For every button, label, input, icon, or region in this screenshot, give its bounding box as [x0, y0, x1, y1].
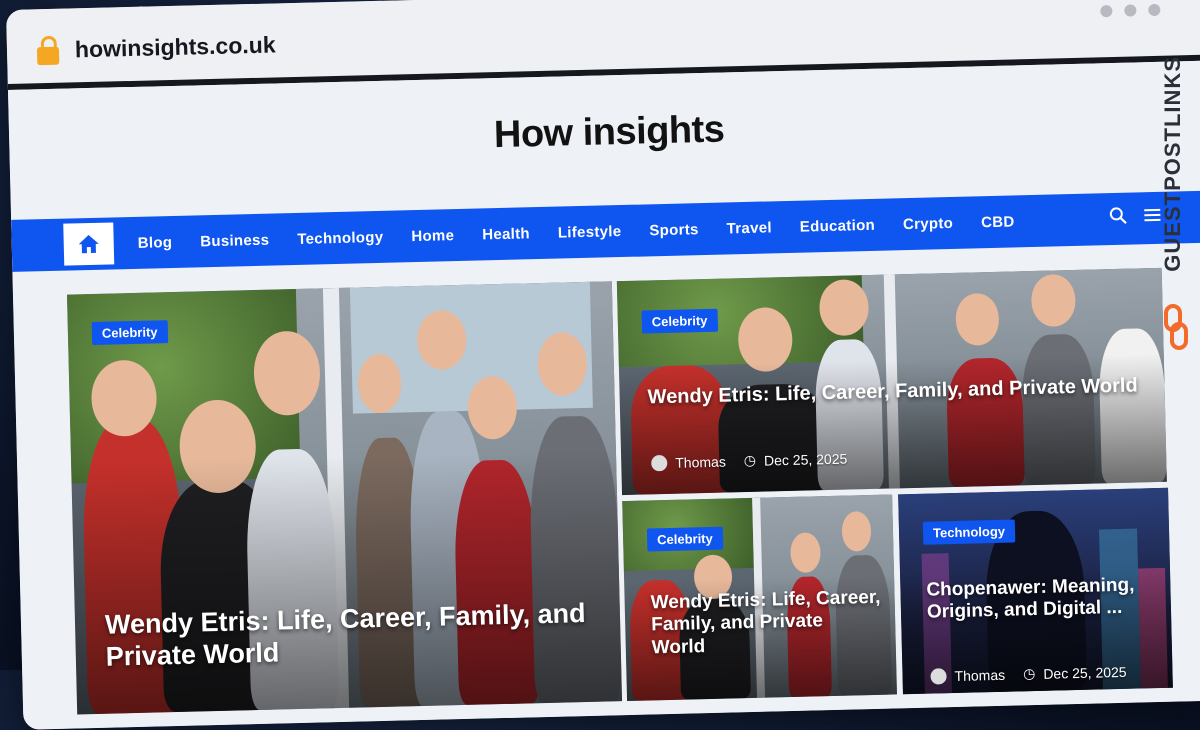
window-dot-icon[interactable]	[1148, 3, 1161, 17]
nav-item-home[interactable]: Home	[397, 226, 468, 245]
post-date: Dec 25, 2025	[1043, 663, 1127, 682]
nav-item-technology[interactable]: Technology	[283, 228, 397, 248]
category-badge[interactable]: Celebrity	[641, 308, 718, 334]
post-card[interactable]: Celebrity Wendy Etris: Life, Career, Fam…	[616, 267, 1167, 496]
avatar	[651, 454, 668, 471]
nav-item-crypto[interactable]: Crypto	[889, 214, 968, 233]
chain-link-icon	[1164, 304, 1188, 350]
nav-item-health[interactable]: Health	[468, 224, 544, 243]
nav-item-cbd[interactable]: CBD	[967, 213, 1029, 231]
site-title[interactable]: How insights	[9, 97, 1200, 169]
web-page: How insights Blog Business Technology Ho…	[7, 60, 1200, 730]
home-icon	[78, 235, 99, 254]
post-date: Dec 25, 2025	[763, 450, 848, 469]
lock-icon	[36, 46, 60, 66]
post-title[interactable]: Wendy Etris: Life, Career, Family, and P…	[650, 587, 882, 660]
post-card[interactable]: Celebrity Wendy Etris: Life, Career, Fam…	[622, 494, 897, 702]
guestpostlinks-watermark: GUESTPOSTLINKS	[1160, 56, 1196, 356]
clock-icon: ◷	[743, 451, 757, 469]
main-nav: Blog Business Technology Home Health Lif…	[11, 190, 1200, 272]
post-author[interactable]: Thomas	[675, 453, 726, 470]
window-dot-icon[interactable]	[1124, 4, 1137, 17]
category-badge[interactable]: Celebrity	[91, 320, 168, 345]
home-button[interactable]	[63, 222, 115, 266]
category-badge[interactable]: Celebrity	[646, 526, 724, 552]
url-text[interactable]: howinsights.co.uk	[75, 31, 276, 63]
window-dot-icon[interactable]	[1100, 4, 1113, 18]
nav-item-sports[interactable]: Sports	[635, 220, 713, 239]
nav-item-lifestyle[interactable]: Lifestyle	[544, 222, 636, 242]
nav-item-travel[interactable]: Travel	[712, 219, 786, 238]
window-controls	[1100, 3, 1161, 18]
clock-icon: ◷	[1022, 665, 1036, 682]
nav-item-business[interactable]: Business	[186, 231, 283, 250]
nav-item-blog[interactable]: Blog	[124, 233, 187, 252]
search-icon[interactable]	[1109, 207, 1127, 225]
avatar	[930, 667, 947, 685]
watermark-text: GUESTPOSTLINKS	[1160, 56, 1185, 272]
post-title[interactable]: Chopenawer: Meaning, Origins, and Digita…	[926, 574, 1157, 624]
featured-post-card[interactable]: Celebrity Wendy Etris: Life, Career, Fam…	[66, 281, 623, 715]
nav-item-education[interactable]: Education	[786, 216, 890, 236]
post-title[interactable]: Wendy Etris: Life, Career, Family, and P…	[105, 598, 606, 674]
category-badge[interactable]: Technology	[922, 519, 1016, 545]
post-author[interactable]: Thomas	[954, 666, 1005, 683]
browser-window: howinsights.co.uk How insights Blog Busi…	[6, 0, 1200, 730]
menu-icon[interactable]	[1143, 207, 1161, 223]
nav-tools	[1109, 206, 1161, 225]
post-card[interactable]: Technology Chopenawer: Meaning, Origins,…	[898, 487, 1173, 695]
